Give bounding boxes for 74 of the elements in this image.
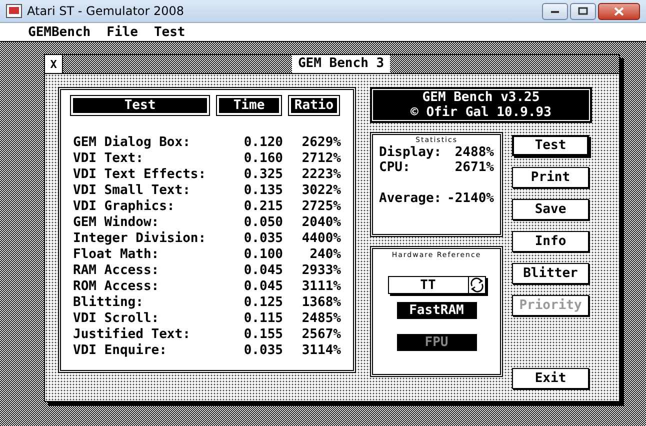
ratio-value: 2485% [300, 311, 341, 327]
test-name: Integer Division: [73, 231, 208, 247]
stat-value: 2671% [454, 160, 494, 175]
action-button[interactable]: Test [512, 135, 589, 156]
ratio-value: 2933% [300, 263, 341, 279]
time-value: 0.125 [242, 295, 283, 311]
test-name: Justified Text: [73, 327, 192, 343]
time-value: 0.120 [242, 135, 283, 151]
action-button[interactable]: Info [512, 231, 589, 252]
menu-item[interactable]: Test [154, 24, 186, 40]
ratio-value: 2725% [300, 199, 341, 215]
ratio-value: 3114% [300, 343, 341, 359]
time-value: 0.215 [242, 199, 283, 215]
action-button[interactable]: Save [512, 199, 589, 220]
maximize-icon [578, 7, 588, 15]
time-value: 0.155 [242, 327, 283, 343]
app-icon [6, 4, 22, 18]
time-value: 0.035 [242, 343, 283, 359]
column-header: Time [219, 98, 279, 113]
ratio-value: 2712% [300, 151, 341, 167]
maximize-button[interactable] [570, 2, 596, 20]
option-toggle[interactable]: FastRAM [396, 302, 476, 319]
test-name: Blitting: [73, 295, 144, 311]
ratio-value: 3111% [300, 279, 341, 295]
ratio-value: 2223% [300, 167, 341, 183]
stat-value: -2140% [447, 191, 494, 206]
column-header: Ratio [291, 98, 337, 113]
test-name: VDI Enquire: [73, 343, 168, 359]
ratio-value: 2629% [300, 135, 341, 151]
test-name: RAM Access: [73, 263, 160, 279]
test-name: VDI Graphics: [73, 199, 176, 215]
time-value: 0.050 [242, 215, 283, 231]
time-value: 0.160 [242, 151, 283, 167]
stat-label: CPU: [379, 160, 410, 175]
time-value: 0.325 [242, 167, 283, 183]
test-name: VDI Small Text: [73, 183, 192, 199]
minimize-button[interactable] [542, 2, 568, 20]
time-value: 0.045 [242, 279, 283, 295]
banner-text: GEM Bench v3.25 [422, 90, 540, 105]
stat-label: Average: [379, 191, 442, 206]
ratio-value: 2040% [300, 215, 341, 231]
test-name: GEM Window: [73, 215, 160, 231]
time-value: 0.135 [242, 183, 283, 199]
action-button[interactable]: Exit [512, 368, 589, 389]
minimize-icon [550, 8, 560, 14]
ratio-value: 3022% [300, 183, 341, 199]
test-name: VDI Text Effects: [73, 167, 208, 183]
time-value: 0.100 [242, 247, 283, 263]
time-value: 0.035 [242, 231, 283, 247]
menu-item[interactable]: File [106, 24, 138, 40]
time-value: 0.045 [242, 263, 283, 279]
test-name: VDI Scroll: [73, 311, 160, 327]
window-title: Atari ST - Gemulator 2008 [27, 4, 184, 18]
test-name: GEM Dialog Box: [73, 135, 192, 151]
test-name: ROM Access: [73, 279, 160, 295]
time-value: 0.115 [242, 311, 283, 327]
ratio-value: 2567% [300, 327, 341, 343]
stat-value: 2488% [454, 145, 494, 160]
test-name: VDI Text: [73, 151, 144, 167]
menu-item[interactable]: GEMBench [28, 24, 91, 40]
ratio-value: 1368% [300, 295, 341, 311]
ratio-value: 4400% [300, 231, 341, 247]
close-icon [614, 6, 624, 16]
machine-dropdown[interactable]: TT [388, 276, 486, 294]
action-button[interactable]: Blitter [512, 263, 589, 284]
column-header: Test [73, 98, 207, 113]
dialog-title: GEM Bench 3 [292, 55, 390, 73]
test-name: Float Math: [73, 247, 160, 263]
close-button[interactable] [598, 2, 640, 20]
ratio-value: 240% [308, 247, 341, 263]
action-button[interactable]: Print [512, 167, 589, 188]
banner-text: © Ofir Gal 10.9.93 [410, 105, 552, 120]
cycle-icon [468, 277, 484, 293]
stat-label: Display: [379, 145, 442, 160]
